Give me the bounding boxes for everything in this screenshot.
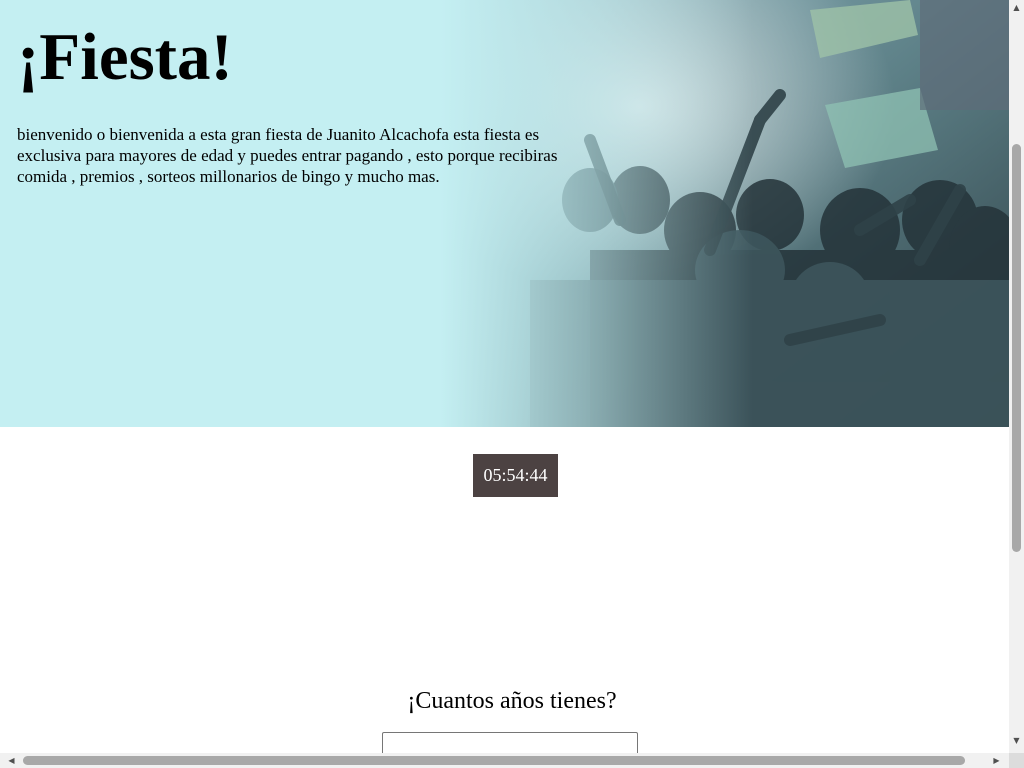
arrow-up-icon[interactable]: ▲ (1009, 0, 1024, 15)
horizontal-scroll-thumb[interactable] (23, 756, 965, 765)
arrow-down-icon[interactable]: ▼ (1009, 733, 1024, 748)
age-question: ¡Cuantos años tienes? (407, 688, 617, 714)
countdown-timer: 05:54:44 (473, 454, 558, 497)
page-viewport: ¡Fiesta! bienvenido o bienvenida a esta … (0, 0, 1009, 753)
arrow-left-icon[interactable]: ◀ (4, 753, 19, 768)
hero-banner: ¡Fiesta! bienvenido o bienvenida a esta … (0, 0, 1009, 427)
vertical-scroll-thumb[interactable] (1012, 144, 1021, 552)
party-crowd-photo (440, 0, 1009, 427)
horizontal-scrollbar[interactable]: ◀ ▶ (0, 753, 1009, 768)
welcome-description: bienvenido o bienvenida a esta gran fies… (17, 125, 558, 186)
arrow-right-icon[interactable]: ▶ (989, 753, 1004, 768)
page-title: ¡Fiesta! (17, 20, 233, 94)
scrollbar-corner (1009, 753, 1024, 768)
age-input[interactable] (382, 732, 638, 753)
vertical-scrollbar[interactable]: ▲ ▼ (1009, 0, 1024, 753)
